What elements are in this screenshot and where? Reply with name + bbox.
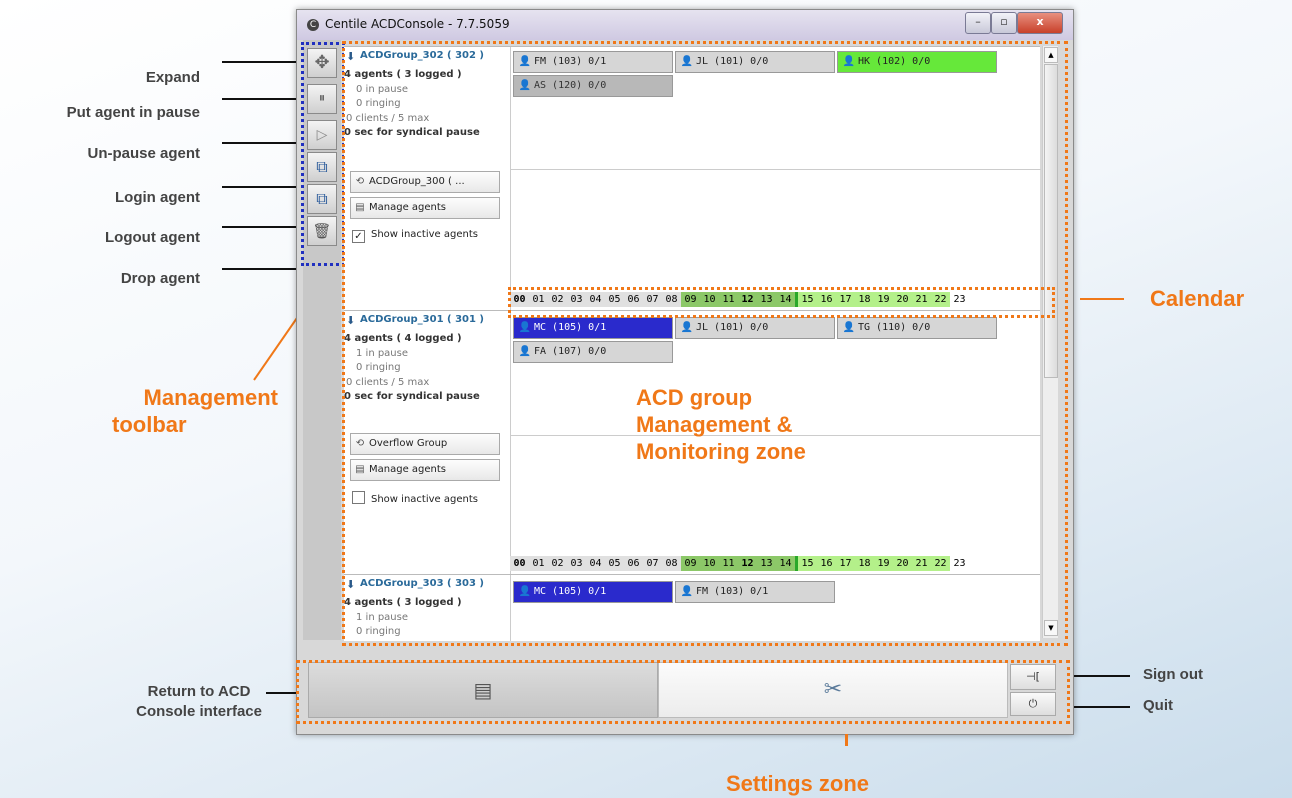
expand-leader — [222, 61, 302, 63]
settings-zone-annotation: Settings zone — [726, 771, 870, 796]
unpause-leader — [222, 142, 302, 144]
pause-annotation: Put agent in pause — [66, 104, 200, 121]
close-button[interactable]: x — [1017, 12, 1063, 34]
logout-leader — [222, 226, 302, 228]
calendar-highlight — [508, 287, 1055, 318]
window-title: Centile ACDConsole - 7.7.5059 — [325, 17, 510, 31]
pause-leader — [222, 98, 302, 100]
calendar-annotation: Calendar — [1150, 286, 1245, 311]
minimize-button[interactable]: – — [965, 12, 991, 34]
app-logo-icon: C — [307, 19, 319, 31]
maximize-button[interactable]: ▫ — [991, 12, 1017, 34]
drop-annotation: Drop agent — [120, 270, 200, 287]
unpause-annotation: Un-pause agent — [87, 145, 200, 162]
logout-annotation: Logout agent — [105, 229, 200, 246]
login-leader — [222, 186, 302, 188]
expand-annotation: Expand — [145, 69, 200, 86]
return-annotation: Return to ACD Console interface — [136, 683, 262, 720]
login-annotation: Login agent — [115, 189, 200, 206]
settings-zone-leader — [845, 734, 848, 746]
calendar-leader — [1080, 298, 1124, 300]
settings-zone-highlight — [296, 660, 1070, 724]
acd-zone-annotation: ACD group Management & Monitoring zone — [636, 385, 806, 464]
toolbar-highlight — [301, 42, 345, 266]
title-bar: C Centile ACDConsole - 7.7.5059 – ▫ x — [297, 10, 1073, 40]
acd-zone-highlight — [342, 41, 1068, 646]
sign-out-annotation: Sign out — [1143, 666, 1203, 683]
quit-leader — [1074, 706, 1130, 708]
drop-leader — [222, 268, 302, 270]
management-toolbar-annotation: Management toolbar — [112, 385, 278, 437]
sign-out-leader — [1074, 675, 1130, 677]
quit-annotation: Quit — [1143, 697, 1173, 714]
